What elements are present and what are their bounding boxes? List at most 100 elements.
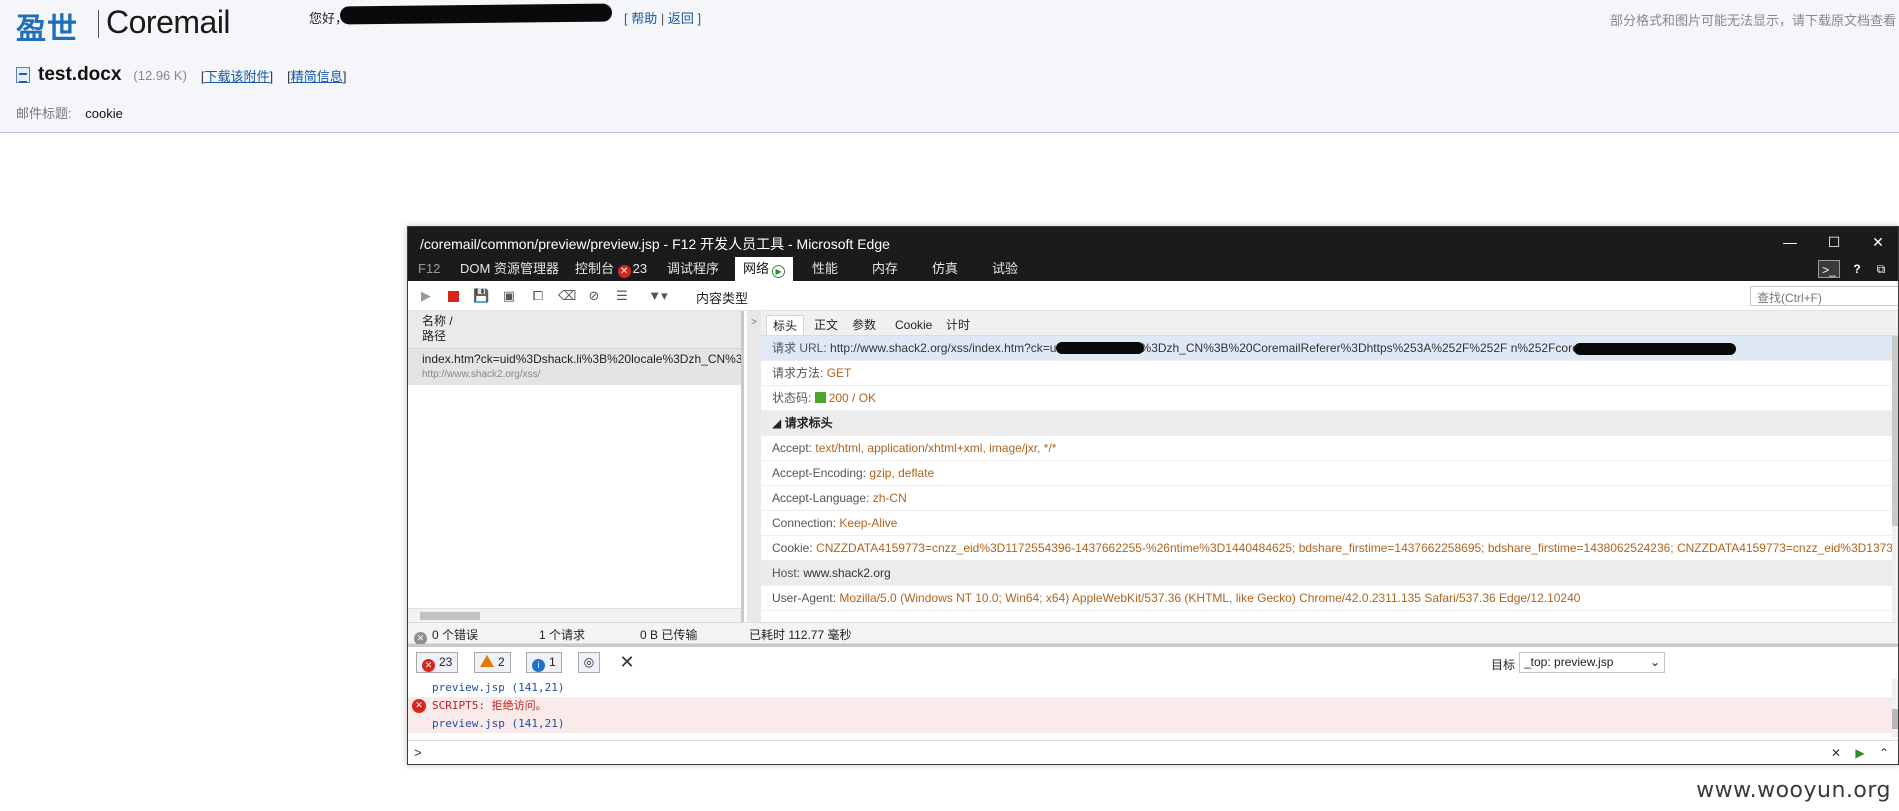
clear-cache-icon[interactable]: ⌫ [558, 288, 576, 304]
header-row-accept-encoding[interactable]: Accept-Encoding: gzip, deflate [761, 461, 1892, 486]
dock-icon[interactable]: ⧉ [1872, 260, 1890, 278]
logo-chinese: 盈世 [16, 12, 78, 47]
help-icon[interactable]: ? [1848, 260, 1866, 278]
source-link[interactable]: preview.jsp (141,21) [432, 681, 564, 694]
stop-profiling-icon[interactable] [448, 291, 459, 302]
format-notice: 部分格式和图片可能无法显示，请下载原文档查看 [1610, 13, 1897, 28]
download-attachment-link[interactable]: [下载该附件] [201, 66, 273, 85]
console-message: preview.jsp (141,21) [408, 715, 1892, 733]
help-link[interactable]: 帮助 [631, 11, 657, 26]
clear-cookies-icon[interactable]: ⊘ [586, 288, 602, 304]
request-list-header-line1: 名称 / [422, 314, 453, 328]
error-filter-button[interactable]: ✕ 23 [416, 652, 459, 673]
request-list-header[interactable]: 名称 / 路径 [408, 311, 741, 349]
summary-errors: ✕ 0 个错误 [414, 626, 478, 645]
redaction-mark [1574, 343, 1736, 355]
target-select-value: _top: preview.jsp [1524, 655, 1614, 669]
info-filter-button[interactable]: i1 [526, 652, 562, 673]
network-summary-bar: ✕ 0 个错误 1 个请求 0 B 已传输 已耗时 112.77 毫秒 [408, 622, 1898, 645]
console-toggle-icon[interactable]: >_ [1818, 260, 1840, 278]
tab-memory[interactable]: 内存 [872, 257, 898, 281]
maximize-button[interactable]: ☐ [1812, 227, 1856, 257]
request-list-hscrollbar[interactable] [408, 608, 741, 622]
header-row-host[interactable]: Host: www.shack2.org [761, 561, 1892, 586]
tab-debugger[interactable]: 调试程序 [667, 257, 719, 281]
tab-f12[interactable]: F12 [418, 257, 440, 281]
console-vscrollbar[interactable] [1892, 679, 1898, 737]
back-link[interactable]: 返回 [668, 11, 694, 26]
redacted-username [339, 3, 613, 25]
tab-experiments[interactable]: 试验 [992, 257, 1018, 281]
start-profiling-icon[interactable]: ▶ [418, 288, 434, 304]
collapse-pane-icon[interactable]: > [747, 311, 761, 622]
detail-tab-params[interactable]: 参数 [852, 315, 876, 335]
header-row-accept[interactable]: Accept: text/html, application/xhtml+xml… [761, 436, 1892, 461]
detail-scroll-thumb[interactable] [1892, 336, 1898, 526]
export-har-icon[interactable]: 💾 [473, 288, 489, 304]
devtools-tab-bar: F12 DOM 资源管理器 控制台 ✕ 23 调试程序 网络 ▶ 性能 内存 仿真 … [408, 257, 1898, 281]
tab-console[interactable]: 控制台 ✕ 23 [575, 257, 647, 281]
clear-entries-icon[interactable]: ⧠ [530, 288, 546, 304]
tab-emulation[interactable]: 仿真 [932, 257, 958, 281]
header-row-user-agent[interactable]: User-Agent: Mozilla/5.0 (Windows NT 10.0… [761, 586, 1892, 611]
summary-info-link[interactable]: [精简信息] [287, 66, 346, 85]
detail-tab-headers[interactable]: 标头 [766, 315, 805, 335]
log-network-button[interactable]: ◎ [578, 652, 600, 673]
header-links: [ 帮助 | 返回 ] [624, 8, 701, 27]
console-scroll-thumb[interactable] [1892, 709, 1898, 729]
warning-filter-button[interactable]: 2 [474, 652, 511, 673]
detail-tab-cookie[interactable]: Cookie [895, 315, 932, 335]
console-input[interactable]: > ✕ ▶ ⌃ [408, 740, 1898, 764]
always-refresh-icon[interactable]: ▣ [501, 288, 517, 304]
detail-vscrollbar[interactable] [1892, 336, 1898, 622]
header-row-connection[interactable]: Connection: Keep-Alive [761, 511, 1892, 536]
header-row-cookie[interactable]: Cookie: CNZZDATA4159773=cnzz_eid%3D11725… [761, 536, 1892, 561]
request-list-header-line2: 路径 [422, 329, 447, 343]
request-url-row[interactable]: 请求 URL: http://www.shack2.org/xss/index.… [761, 336, 1892, 361]
warning-icon [480, 655, 494, 667]
subject-value: cookie [85, 106, 123, 121]
download-attachment-label[interactable]: 下载该附件 [205, 69, 270, 84]
tab-console-label: 控制台 [575, 261, 615, 276]
header-row-accept-language[interactable]: Accept-Language: zh-CN [761, 486, 1892, 511]
clear-input-icon[interactable]: ✕ [1828, 745, 1844, 761]
network-toolbar: ▶ 💾 ▣ ⧠ ⌫ ⊘ ☰ ▼▾ 内容类型 查找(Ctrl+F) [408, 281, 1898, 311]
tab-network[interactable]: 网络 ▶ [735, 257, 794, 281]
request-url-label: 请求 URL: [772, 341, 827, 355]
filter-icon[interactable]: ▼▾ [644, 288, 672, 304]
target-label: 目标 [1491, 658, 1516, 672]
tab-dom-explorer[interactable]: DOM 资源管理器 [460, 257, 559, 281]
source-link[interactable]: preview.jsp (141,21) [432, 717, 564, 730]
request-name: index.htm?ck=uid%3Dshack.li%3B%20locale%… [422, 352, 741, 366]
chevron-down-icon: ⌄ [1649, 655, 1660, 669]
request-list-scroll-thumb[interactable] [420, 612, 480, 620]
console-message: preview.jsp (141,21) [408, 679, 1892, 697]
summary-errors-label: 0 个错误 [432, 628, 479, 642]
request-headers-section[interactable]: ◢ 请求标头 [761, 411, 1892, 436]
minimize-button[interactable]: — [1768, 227, 1812, 257]
detail-body: 请求 URL: http://www.shack2.org/xss/index.… [761, 336, 1892, 622]
clear-console-icon[interactable]: ✕ [617, 652, 637, 672]
detail-tab-body[interactable]: 正文 [814, 315, 838, 335]
summary-info-label[interactable]: 精简信息 [291, 69, 343, 84]
find-input[interactable]: 查找(Ctrl+F) [1750, 286, 1898, 306]
error-icon: ✕ [412, 699, 426, 713]
content-type-filter[interactable]: 内容类型 [696, 288, 748, 307]
tab-performance[interactable]: 性能 [812, 257, 838, 281]
header-links-close-bracket: ] [697, 11, 702, 26]
status-code-row[interactable]: 状态码: 200 / OK [761, 386, 1892, 411]
close-window-button[interactable]: ✕ [1856, 227, 1898, 257]
request-row[interactable]: index.htm?ck=uid%3Dshack.li%3B%20locale%… [408, 349, 741, 385]
attachment-row: test.docx (12.96 K) [下载该附件] [精简信息] [16, 64, 360, 86]
run-script-icon[interactable]: ▶ [1852, 745, 1868, 761]
detail-tab-bar: 标头 正文 参数 Cookie 计时 [761, 311, 1898, 336]
clear-on-navigate-icon[interactable]: ☰ [614, 288, 630, 304]
target-select[interactable]: _top: preview.jsp ⌄ [1519, 652, 1665, 673]
detail-tab-timing[interactable]: 计时 [946, 315, 970, 335]
console-message: ✕ SCRIPT5: 拒绝访问。 [408, 697, 1892, 715]
header-key: Connection: [772, 516, 837, 530]
request-method-row[interactable]: 请求方法: GET [761, 361, 1892, 386]
devtools-right-icons: >_ ? ⧉ [1812, 257, 1898, 281]
devtools-titlebar[interactable]: /coremail/common/preview/preview.jsp - F… [408, 227, 1898, 257]
expand-multiline-icon[interactable]: ⌃ [1876, 745, 1892, 761]
